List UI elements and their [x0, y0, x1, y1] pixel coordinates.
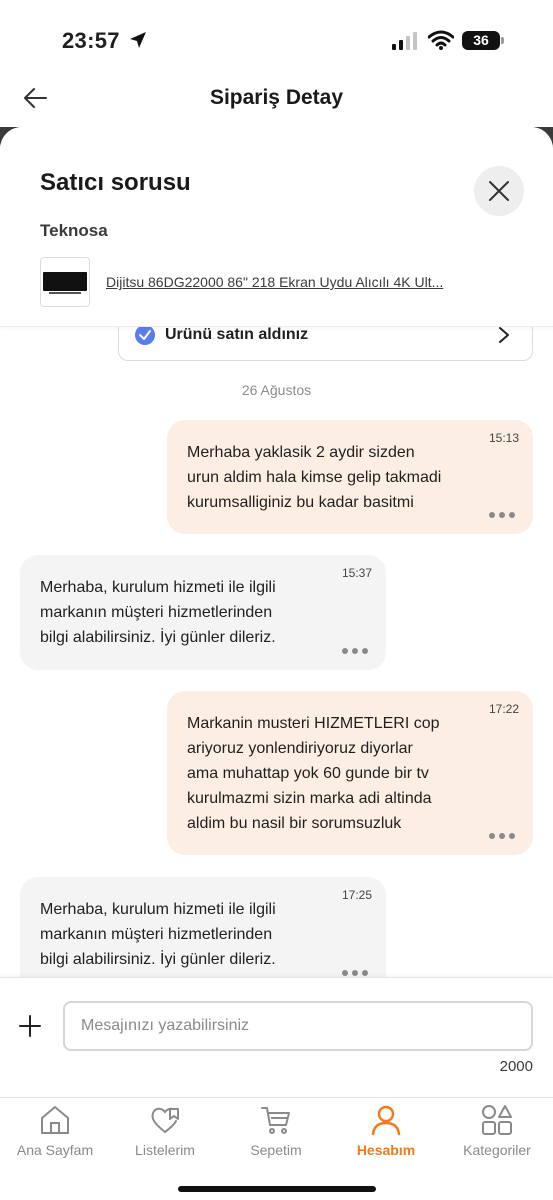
chevron-right-icon	[499, 327, 509, 343]
message-time: 15:13	[488, 431, 519, 445]
message-time: 17:22	[488, 702, 519, 716]
cart-icon	[261, 1107, 290, 1134]
nav-label: Ana Sayfam	[16, 1142, 94, 1158]
more-options-icon[interactable]	[342, 970, 368, 976]
bottom-navigation: Ana Sayfam Listelerim Sepetim Hesabım Ka…	[0, 1097, 553, 1200]
sheet-title: Satıcı sorusu	[40, 169, 191, 196]
nav-item-lists[interactable]: Listelerim	[110, 1098, 220, 1168]
nav-item-cart[interactable]: Sepetim	[221, 1098, 331, 1168]
more-options-icon[interactable]	[489, 512, 515, 518]
char-counter: 2000	[499, 1058, 533, 1075]
nav-item-home[interactable]: Ana Sayfam	[0, 1098, 110, 1168]
seller-question-sheet: Satıcı sorusu Teknosa Dijitsu 86DG22000 …	[0, 127, 553, 1200]
message-bubble-incoming[interactable]: 15:37 Merhaba, kurulum hizmeti ile ilgil…	[20, 555, 386, 670]
close-icon	[489, 181, 509, 201]
wifi-icon	[428, 30, 454, 50]
status-time: 23:57	[62, 28, 120, 53]
seller-name: Teknosa	[40, 221, 108, 240]
message-text: Merhaba yaklasik 2 aydir sizden urun ald…	[187, 444, 442, 511]
message-text: Markanin musteri HIZMETLERI cop ariyoruz…	[187, 715, 440, 832]
purchased-label: Ürünü satın aldınız	[165, 326, 309, 343]
nav-label: Sepetim	[250, 1142, 302, 1158]
nav-label: Kategoriler	[463, 1142, 531, 1158]
cellular-signal-icon	[392, 32, 417, 50]
sheet-header: Satıcı sorusu Teknosa Dijitsu 86DG22000 …	[0, 127, 553, 327]
message-text: Merhaba, kurulum hizmeti ile ilgili mark…	[40, 579, 276, 646]
product-link[interactable]: Dijitsu 86DG22000 86" 218 Ekran Uydu Alı…	[106, 274, 443, 290]
attach-plus-icon[interactable]	[18, 1014, 42, 1038]
message-composer: 2000	[0, 977, 553, 1097]
message-time: 15:37	[341, 566, 372, 580]
nav-label: Listelerim	[135, 1142, 195, 1158]
product-thumbnail[interactable]	[40, 257, 90, 307]
status-bar: 23:57 36	[0, 0, 553, 70]
message-bubble-outgoing[interactable]: 15:13 Merhaba yaklasik 2 aydir sizden ur…	[167, 420, 533, 534]
user-icon	[371, 1105, 401, 1136]
categories-icon	[482, 1105, 512, 1135]
message-bubble-incoming[interactable]: 17:25 Merhaba, kurulum hizmeti ile ilgil…	[20, 877, 386, 992]
tv-image	[43, 272, 87, 294]
location-arrow-icon	[130, 32, 146, 48]
nav-item-account[interactable]: Hesabım	[331, 1098, 441, 1168]
close-button[interactable]	[474, 166, 524, 216]
message-time: 17:25	[341, 888, 372, 902]
app-header: Sipariş Detay	[0, 70, 553, 127]
more-options-icon[interactable]	[342, 648, 368, 654]
message-text: Merhaba, kurulum hizmeti ile ilgili mark…	[40, 901, 276, 968]
nav-label: Hesabım	[356, 1142, 416, 1158]
page-title: Sipariş Detay	[209, 86, 344, 109]
message-bubble-outgoing[interactable]: 17:22 Markanin musteri HIZMETLERI cop ar…	[167, 691, 533, 855]
battery-indicator: 36	[462, 31, 504, 50]
nav-item-categories[interactable]: Kategoriler	[442, 1098, 552, 1168]
heart-list-icon	[151, 1107, 179, 1133]
check-circle-icon	[135, 325, 155, 345]
home-icon	[41, 1106, 69, 1134]
message-input[interactable]	[63, 1001, 533, 1051]
home-indicator	[178, 1186, 376, 1192]
more-options-icon[interactable]	[489, 833, 515, 839]
date-separator: 26 Ağustos	[241, 382, 312, 398]
